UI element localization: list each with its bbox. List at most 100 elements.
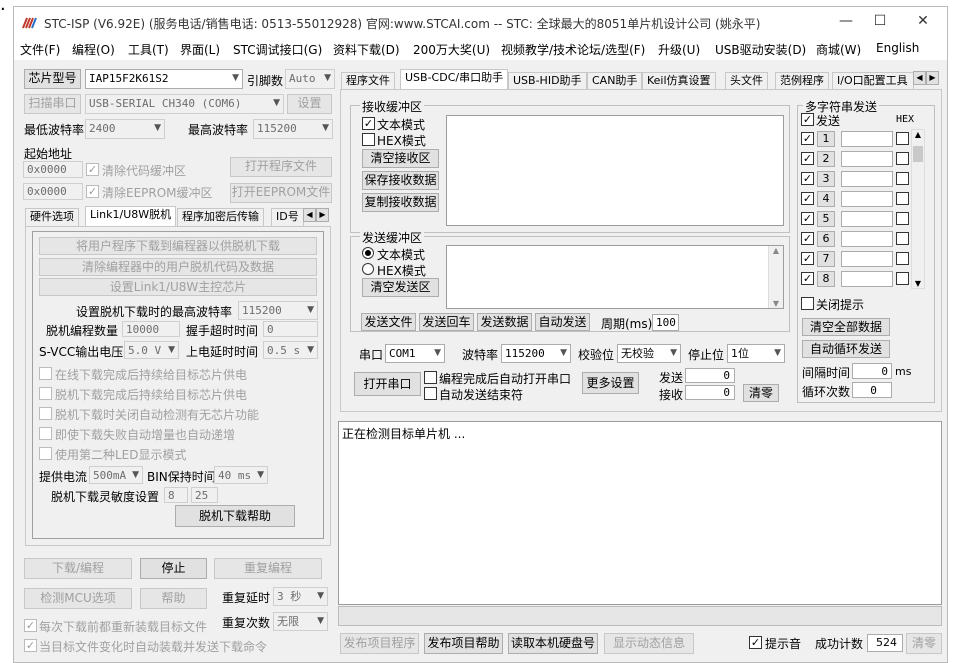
sensitivity-input-2[interactable]: 25	[191, 487, 218, 503]
menu-interface[interactable]: 界面(L)	[180, 41, 220, 58]
serial-port-select[interactable]: COM1 ▼	[385, 344, 445, 363]
auto-loop-send-button[interactable]: 自动循环发送	[802, 340, 890, 358]
scroll-down-icon[interactable]: ▼	[769, 299, 783, 308]
menu-upgrade[interactable]: 升级(U)	[658, 41, 700, 58]
online-power-checkbox[interactable]	[39, 367, 52, 380]
multi-row-input[interactable]	[841, 211, 893, 227]
recv-text-mode-checkbox[interactable]: ✓	[362, 117, 375, 130]
menu-tools[interactable]: 工具(T)	[128, 41, 169, 58]
beep-checkbox[interactable]: ✓	[749, 636, 762, 649]
detect-mcu-button[interactable]: 检测MCU选项	[24, 588, 132, 609]
loop-count-input[interactable]: 0	[852, 382, 892, 398]
menu-english[interactable]: English	[876, 41, 919, 55]
interval-input[interactable]: 0	[852, 363, 892, 379]
max-baud-select[interactable]: 115200 ▼	[253, 119, 333, 139]
send-text-mode-radio[interactable]	[362, 247, 374, 259]
stop-bits-select[interactable]: 1位 ▼	[727, 344, 785, 363]
close-icon[interactable]: ✕	[912, 13, 934, 31]
tab-usb-hid[interactable]: USB-HID助手	[508, 72, 587, 90]
multi-row-input[interactable]	[841, 231, 893, 247]
receive-textarea[interactable]	[446, 115, 784, 226]
tab-can[interactable]: CAN助手	[587, 72, 643, 90]
send-hex-mode-radio[interactable]	[362, 263, 374, 275]
offline-help-button[interactable]: 脱机下载帮助	[175, 505, 295, 527]
multi-row-input[interactable]	[841, 251, 893, 267]
menu-file[interactable]: 文件(F)	[20, 41, 60, 58]
tab-program-file[interactable]: 程序文件	[341, 72, 395, 90]
parity-select[interactable]: 无校验 ▼	[617, 344, 681, 363]
download-to-programmer-button[interactable]: 将用户程序下载到编程器以供脱机下载	[39, 237, 317, 255]
chip-model-select[interactable]: IAP15F2K61S2 ▼	[85, 69, 243, 89]
menu-video[interactable]: 视频教学/技术论坛/选型(F)	[501, 41, 645, 58]
reload-before-download-checkbox[interactable]: ✓	[24, 619, 37, 632]
min-baud-select[interactable]: 2400 ▼	[85, 119, 165, 139]
clear-count-button[interactable]: 清零	[743, 384, 779, 402]
clear-programmer-code-button[interactable]: 清除编程器中的用户脱机代码及数据	[39, 258, 317, 276]
open-program-button[interactable]: 打开程序文件	[230, 157, 332, 177]
scan-port-button[interactable]: 扫描串口	[24, 94, 81, 114]
multi-row-input[interactable]	[841, 271, 893, 287]
tab-hardware-options[interactable]: 硬件选项	[25, 208, 79, 226]
tab-scroll-left-icon[interactable]: ◀	[913, 71, 926, 85]
recv-hex-mode-checkbox[interactable]	[362, 133, 375, 146]
multi-row-send-button[interactable]: 7	[817, 251, 835, 267]
menu-shop[interactable]: 商城(W)	[816, 41, 861, 58]
multi-row-input[interactable]	[841, 131, 893, 147]
multi-row-send-checkbox[interactable]: ✓	[801, 132, 814, 145]
maximize-icon[interactable]: ☐	[869, 13, 891, 31]
repeat-count-select[interactable]: 无限 ▼	[273, 612, 328, 631]
tab-header-file[interactable]: 头文件	[725, 72, 768, 90]
multi-row-input[interactable]	[841, 171, 893, 187]
clear-success-button[interactable]: 清零	[906, 633, 942, 654]
multi-row-input[interactable]	[841, 151, 893, 167]
multi-row-send-checkbox[interactable]: ✓	[801, 212, 814, 225]
multi-row-hex-checkbox[interactable]	[896, 252, 909, 265]
power-on-delay-select[interactable]: 0.5 s ▼	[263, 341, 318, 359]
tab-usb-cdc-serial[interactable]: USB-CDC/串口助手	[400, 69, 509, 89]
offline-count-input[interactable]: 10000	[122, 321, 180, 337]
tab-io-config[interactable]: I/O口配置工具	[832, 72, 914, 90]
tab-id-number[interactable]: ID号	[271, 208, 304, 226]
multi-row-send-button[interactable]: 6	[817, 231, 835, 247]
multi-row-send-button[interactable]: 1	[817, 131, 835, 147]
tab-link1-offline[interactable]: Link1/U8W脱机	[85, 206, 177, 226]
multi-row-hex-checkbox[interactable]	[896, 232, 909, 245]
led-mode-checkbox[interactable]	[39, 447, 52, 460]
multi-row-input[interactable]	[841, 191, 893, 207]
current-select[interactable]: 500mA ▼	[89, 466, 143, 484]
svcc-voltage-select[interactable]: 5.0 V ▼	[124, 341, 179, 359]
multi-row-send-button[interactable]: 5	[817, 211, 835, 227]
multi-row-hex-checkbox[interactable]	[896, 212, 909, 225]
pin-count-select[interactable]: Auto ▼	[285, 69, 335, 89]
menu-debug[interactable]: STC调试接口(G)	[233, 41, 322, 58]
port-settings-button[interactable]: 设置	[287, 94, 332, 114]
multi-row-send-checkbox[interactable]: ✓	[801, 272, 814, 285]
multi-row-send-checkbox[interactable]: ✓	[801, 172, 814, 185]
send-textarea[interactable]: ▲ ▼	[446, 245, 784, 309]
clear-code-checkbox[interactable]: ✓	[86, 163, 99, 176]
repeat-program-button[interactable]: 重复编程	[214, 558, 322, 579]
multi-row-send-button[interactable]: 3	[817, 171, 835, 187]
clear-send-button[interactable]: 清空发送区	[362, 278, 439, 297]
tab-scroll-left-icon[interactable]: ◀	[303, 208, 316, 222]
menu-docs[interactable]: 资料下载(D)	[333, 41, 400, 58]
multi-scroll-thumb[interactable]	[913, 146, 923, 162]
scroll-up-icon[interactable]: ▲	[912, 130, 924, 139]
bin-hold-select[interactable]: 40 ms ▼	[214, 466, 268, 484]
code-address-input[interactable]: 0x0000	[23, 161, 83, 178]
disable-detect-checkbox[interactable]	[39, 407, 52, 420]
menu-program[interactable]: 编程(O)	[72, 41, 115, 58]
more-settings-button[interactable]: 更多设置	[582, 372, 639, 394]
tab-scroll-right-icon[interactable]: ▶	[926, 71, 939, 85]
tab-keil-sim[interactable]: Keil仿真设置	[642, 72, 716, 90]
eeprom-address-input[interactable]: 0x0000	[23, 183, 83, 200]
tab-scroll-right-icon[interactable]: ▶	[316, 208, 329, 222]
multi-row-send-checkbox[interactable]: ✓	[801, 152, 814, 165]
clear-eeprom-checkbox[interactable]: ✓	[86, 185, 99, 198]
multi-row-send-checkbox[interactable]: ✓	[801, 192, 814, 205]
period-input[interactable]: 100	[652, 314, 679, 331]
offline-power-checkbox[interactable]	[39, 387, 52, 400]
tab-encrypted-download[interactable]: 程序加密后传输	[177, 208, 264, 226]
set-master-chip-button[interactable]: 设置Link1/U8W主控芯片	[39, 278, 317, 296]
multi-send-all-checkbox[interactable]: ✓	[801, 113, 814, 126]
